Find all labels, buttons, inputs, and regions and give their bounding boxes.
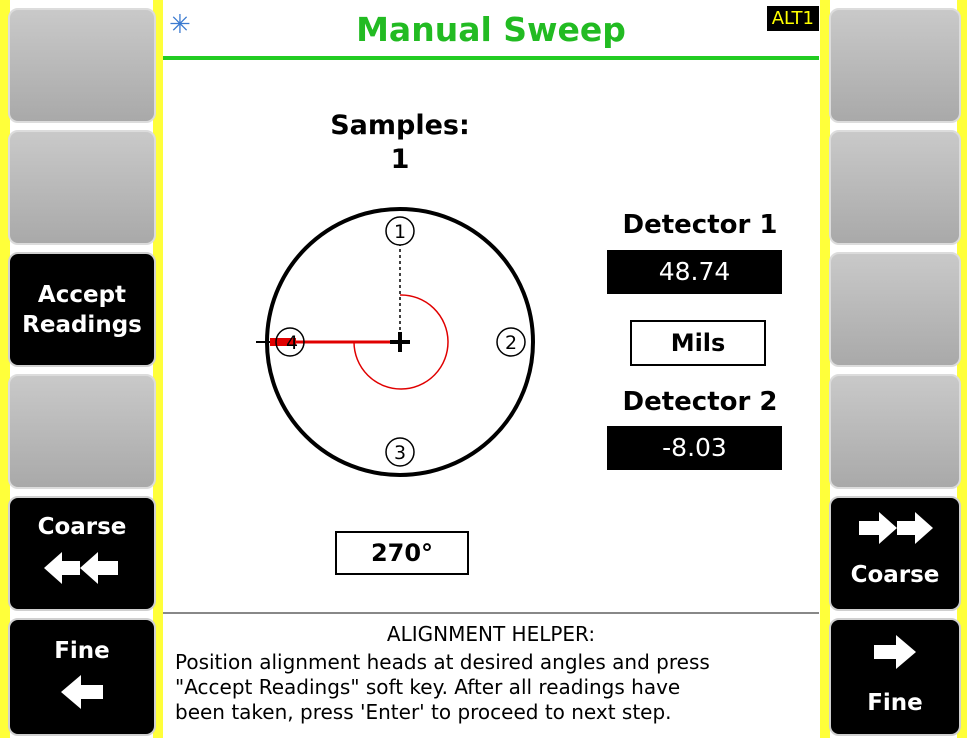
double-left-arrow-icon [44,552,118,584]
softkey-left-2[interactable] [8,130,156,245]
helper-title: ALIGNMENT HELPER: [386,622,596,646]
double-right-arrow-icon [859,512,933,544]
alignment-helper-panel: ALIGNMENT HELPER: Position alignment hea… [163,612,819,740]
softkey-right-3[interactable] [829,252,961,367]
left-arrow-icon [61,675,103,709]
position-2-label: 2 [505,332,517,354]
helper-text: Position alignment heads at desired angl… [163,650,819,725]
detector-2-value: -8.03 [607,426,782,470]
softkey-right-1[interactable] [829,8,961,123]
detector-1-label: Detector 1 [622,210,778,240]
position-1-label: 1 [394,221,406,243]
right-arrow-icon [874,635,916,669]
page-title: Manual Sweep [356,10,626,49]
softkey-right-2[interactable] [829,130,961,245]
accept-readings-text: Accept Readings [22,282,142,338]
coarse-right-button[interactable]: Coarse [829,496,961,611]
fine-right-label: Fine [867,690,923,716]
title-bar: ✳ Manual Sweep ALT1 [163,4,819,60]
accept-readings-button[interactable]: Accept Readings [8,252,156,367]
coarse-left-button[interactable]: Coarse [8,496,156,611]
softkey-left-4[interactable] [8,374,156,489]
samples-label: Samples: [330,110,470,141]
position-4-label: 4 [286,332,298,354]
angle-readout: 270° [335,531,469,575]
softkey-left-1[interactable] [8,8,156,123]
detector-1-value: 48.74 [607,250,782,294]
fine-left-button[interactable]: Fine [8,618,156,736]
helper-line-2: "Accept Readings" soft key. After all re… [175,675,681,699]
samples-count: 1 [390,144,410,175]
helper-line-3: been taken, press 'Enter' to proceed to … [175,700,672,724]
accept-readings-label: Accept Readings [10,280,154,340]
position-3-label: 3 [394,442,406,464]
coarse-right-label: Coarse [850,562,940,588]
mode-badge: ALT1 [766,6,819,31]
detector-2-label: Detector 2 [622,387,778,417]
units-label: Mils [630,320,766,366]
fine-left-label: Fine [54,638,110,664]
helper-line-1: Position alignment heads at desired angl… [175,650,710,674]
softkey-right-4[interactable] [829,374,961,489]
fine-right-button[interactable]: Fine [829,618,961,736]
alignment-dial: 1 2 3 4 [256,207,535,477]
coarse-left-label: Coarse [37,514,127,540]
